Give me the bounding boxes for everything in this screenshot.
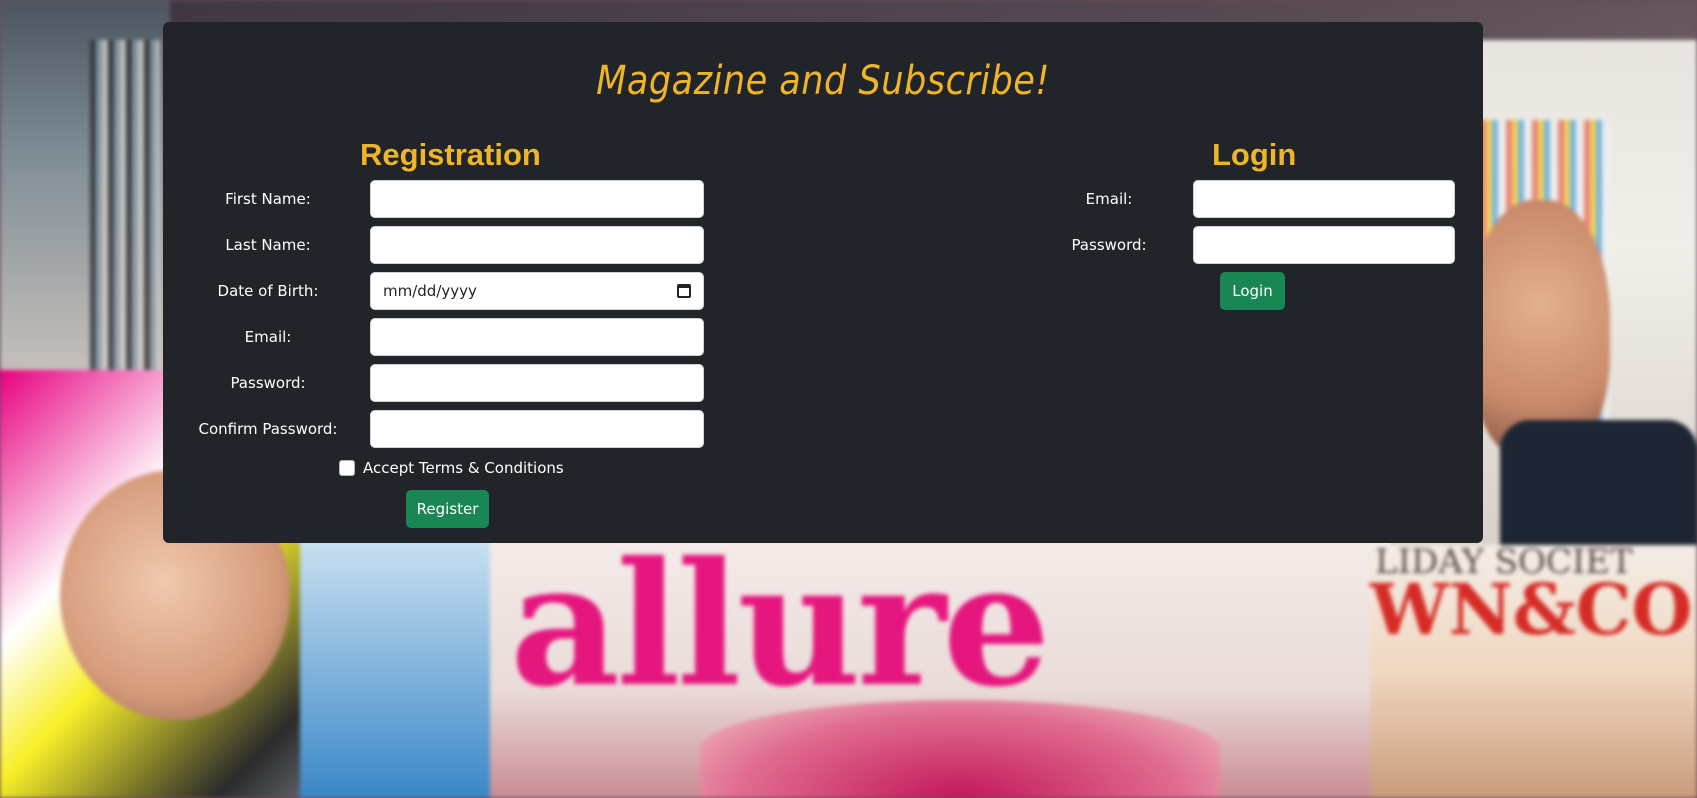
background-cover-lips [700,700,1220,798]
login-password-label: Password: [1071,236,1147,254]
background-allure-text: allure [510,525,1051,725]
password-label: Password: [230,374,306,392]
background-cover-suit [1500,420,1697,560]
background-magazine-blue [300,530,500,798]
background-town-text: WN&CO [1370,568,1693,651]
main-panel: Magazine and Subscribe! Registration Fir… [163,22,1483,543]
dob-input[interactable]: mm/dd/yyyy [370,272,704,310]
terms-checkbox[interactable] [339,460,355,476]
login-title: Login [1212,137,1297,172]
confirm-password-label: Confirm Password: [198,420,338,438]
password-input[interactable] [370,364,704,402]
last-name-label: Last Name: [225,236,311,254]
registration-title: Registration [360,137,541,172]
login-button[interactable]: Login [1220,272,1285,310]
email-label: Email: [244,328,292,346]
confirm-password-input[interactable] [370,410,704,448]
site-title: Magazine and Subscribe! [596,58,1050,104]
login-email-input[interactable] [1193,180,1455,218]
first-name-label: First Name: [225,190,311,208]
dob-label: Date of Birth: [217,282,319,300]
dob-placeholder: mm/dd/yyyy [383,282,477,300]
calendar-icon[interactable] [677,284,691,298]
first-name-input[interactable] [370,180,704,218]
terms-label: Accept Terms & Conditions [363,459,564,477]
login-email-label: Email: [1085,190,1133,208]
background-magazine-spines [90,40,160,370]
register-button[interactable]: Register [406,490,489,528]
last-name-input[interactable] [370,226,704,264]
login-password-input[interactable] [1193,226,1455,264]
email-input[interactable] [370,318,704,356]
